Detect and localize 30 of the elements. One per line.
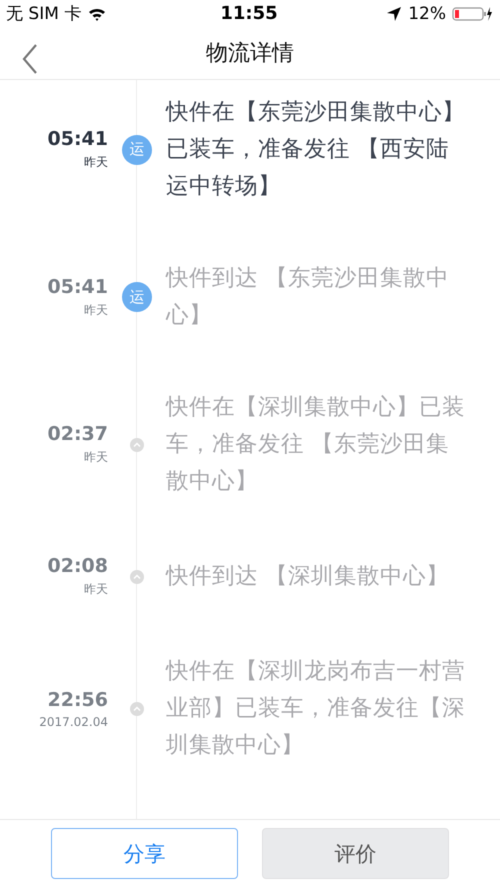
chevron-dot-icon bbox=[130, 702, 144, 716]
review-button[interactable]: 评价 bbox=[262, 828, 449, 880]
event-description: 快件在【东莞沙田集散中心】已装车，准备发往 【西安陆运中转场】 bbox=[166, 98, 466, 202]
battery-charging-icon bbox=[452, 4, 492, 23]
event-time: 02:08 bbox=[48, 555, 108, 578]
battery-percent: 12% bbox=[408, 4, 446, 24]
carrier-label: 无 SIM 卡 bbox=[6, 3, 82, 26]
event-time: 05:41 bbox=[48, 128, 108, 150]
location-arrow-icon bbox=[386, 6, 402, 22]
event-date: 昨天 bbox=[84, 581, 108, 598]
event-time: 05:41 bbox=[48, 276, 108, 298]
event-time: 22:56 bbox=[48, 688, 108, 711]
page-title: 物流详情 bbox=[206, 40, 294, 68]
event-date: 2017.02.04 bbox=[39, 714, 108, 729]
back-chevron-icon bbox=[22, 43, 38, 76]
back-button[interactable] bbox=[22, 43, 38, 76]
event-date: 昨天 bbox=[84, 302, 108, 319]
event-date: 昨天 bbox=[84, 449, 108, 466]
transit-badge: 运 bbox=[122, 282, 152, 312]
event-description: 快件到达 【深圳集散中心】 bbox=[166, 562, 450, 592]
event-description: 快件在【深圳集散中心】已装车，准备发往 【东莞沙田集散中心】 bbox=[166, 393, 466, 496]
chevron-dot-icon bbox=[130, 438, 144, 452]
event-time: 02:37 bbox=[48, 423, 108, 446]
event-description: 快件到达 【东莞沙田集散中心】 bbox=[166, 264, 450, 330]
chevron-dot-icon bbox=[130, 570, 144, 584]
clock-time: 11:55 bbox=[220, 3, 278, 24]
event-description: 快件在【深圳龙岗布吉一村营业部】已装车，准备发往【深圳集散中心】 bbox=[166, 657, 466, 760]
share-button[interactable]: 分享 bbox=[51, 828, 238, 880]
transit-badge: 运 bbox=[122, 134, 152, 165]
event-date: 昨天 bbox=[84, 154, 108, 172]
